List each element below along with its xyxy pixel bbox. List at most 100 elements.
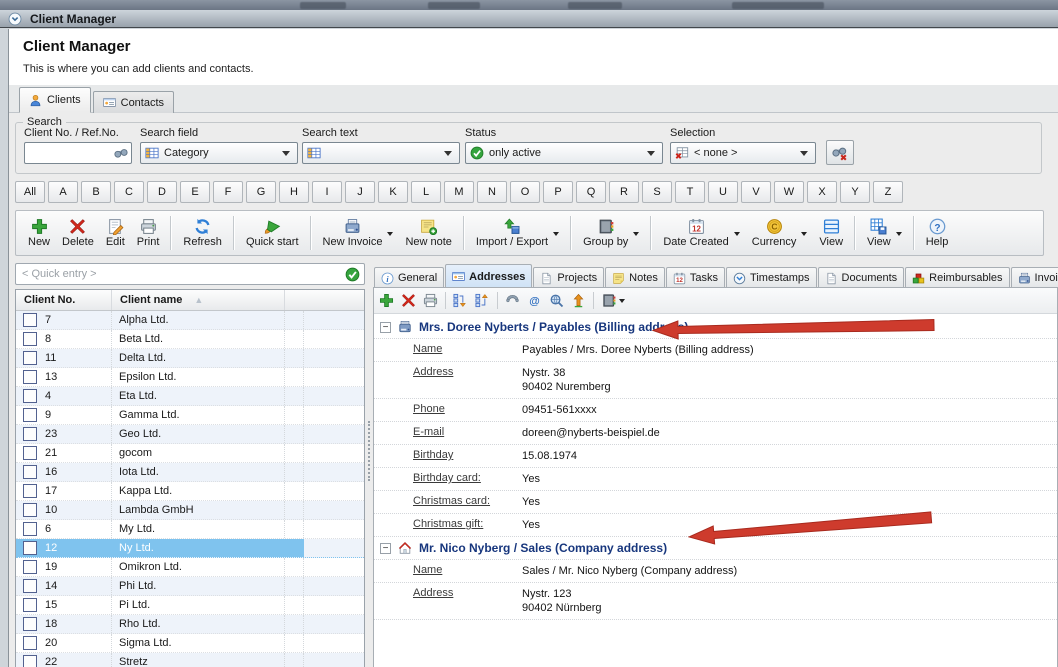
delete-address-button[interactable]: [401, 293, 416, 308]
client-row[interactable]: 4Eta Ltd.: [16, 387, 364, 406]
row-checkbox[interactable]: [23, 579, 37, 593]
dropdown-caret-icon[interactable]: [896, 232, 902, 239]
field-label[interactable]: Address: [413, 366, 522, 394]
alphabet-filter-v[interactable]: V: [741, 181, 771, 203]
row-checkbox[interactable]: [23, 560, 37, 574]
alphabet-filter-d[interactable]: D: [147, 181, 177, 203]
dropdown-caret-icon[interactable]: [553, 232, 559, 239]
client-row[interactable]: 15Pi Ltd.: [16, 596, 364, 615]
detail-tab-invoices[interactable]: Invoices: [1011, 267, 1058, 287]
address-group-header[interactable]: −Mr. Nico Nyberg / Sales (Company addres…: [374, 537, 1057, 560]
edit-button[interactable]: Edit: [100, 216, 131, 250]
help-button[interactable]: ?Help: [920, 216, 955, 250]
client-row[interactable]: 13Epsilon Ltd.: [16, 368, 364, 387]
view-button[interactable]: View: [861, 216, 908, 250]
row-checkbox[interactable]: [23, 465, 37, 479]
row-checkbox[interactable]: [23, 522, 37, 536]
dropdown-caret-icon[interactable]: [387, 232, 393, 239]
quick-start-button[interactable]: Quick start: [240, 216, 305, 250]
alphabet-filter-u[interactable]: U: [708, 181, 738, 203]
alphabet-filter-z[interactable]: Z: [873, 181, 903, 203]
alphabet-filter-x[interactable]: X: [807, 181, 837, 203]
client-row[interactable]: 23Geo Ltd.: [16, 425, 364, 444]
client-row[interactable]: 22Stretz: [16, 653, 364, 667]
alphabet-filter-g[interactable]: G: [246, 181, 276, 203]
alphabet-filter-a[interactable]: A: [48, 181, 78, 203]
column-header-client-no[interactable]: Client No.: [16, 290, 112, 310]
alphabet-filter-c[interactable]: C: [114, 181, 144, 203]
row-checkbox[interactable]: [23, 617, 37, 631]
row-checkbox[interactable]: [23, 351, 37, 365]
delete-button[interactable]: Delete: [56, 216, 100, 250]
client-row[interactable]: 17Kappa Ltd.: [16, 482, 364, 501]
expand-all-button[interactable]: [453, 293, 468, 308]
client-row[interactable]: 10Lambda GmbH: [16, 501, 364, 520]
client-row[interactable]: 16Iota Ltd.: [16, 463, 364, 482]
dropdown-caret-icon[interactable]: [619, 299, 625, 306]
alphabet-filter-w[interactable]: W: [774, 181, 804, 203]
client-row[interactable]: 12Ny Ltd.: [16, 539, 364, 558]
alphabet-filter-r[interactable]: R: [609, 181, 639, 203]
panel-titlebar[interactable]: Client Manager: [0, 10, 1058, 28]
client-row[interactable]: 21gocom: [16, 444, 364, 463]
search-text-select[interactable]: [302, 142, 460, 164]
quick-entry-confirm-icon[interactable]: [345, 267, 360, 282]
client-row[interactable]: 6My Ltd.: [16, 520, 364, 539]
client-row[interactable]: 11Delta Ltd.: [16, 349, 364, 368]
date-created-button[interactable]: 12Date Created: [657, 216, 745, 250]
quick-entry-input[interactable]: [20, 267, 345, 281]
quick-entry-bar[interactable]: [15, 263, 365, 285]
client-row[interactable]: 9Gamma Ltd.: [16, 406, 364, 425]
row-checkbox[interactable]: [23, 598, 37, 612]
detail-tab-general[interactable]: iGeneral: [374, 267, 444, 287]
field-label[interactable]: Name: [413, 564, 522, 578]
new-button[interactable]: New: [22, 216, 56, 250]
selection-select[interactable]: < none >: [670, 142, 816, 164]
row-checkbox[interactable]: [23, 503, 37, 517]
detail-tab-documents[interactable]: Documents: [818, 267, 905, 287]
alphabet-filter-h[interactable]: H: [279, 181, 309, 203]
row-checkbox[interactable]: [23, 484, 37, 498]
client-row[interactable]: 19Omikron Ltd.: [16, 558, 364, 577]
go-up-button[interactable]: [571, 293, 586, 308]
dropdown-caret-icon[interactable]: [734, 232, 740, 239]
detail-tab-timestamps[interactable]: Timestamps: [726, 267, 817, 287]
row-checkbox[interactable]: [23, 370, 37, 384]
refresh-button[interactable]: Refresh: [177, 216, 228, 250]
row-checkbox[interactable]: [23, 427, 37, 441]
row-checkbox[interactable]: [23, 408, 37, 422]
field-label[interactable]: Birthday card:: [413, 472, 522, 486]
view-button[interactable]: View: [813, 216, 849, 250]
client-row[interactable]: 20Sigma Ltd.: [16, 634, 364, 653]
collapse-chevron-icon[interactable]: [8, 12, 22, 26]
currency-button[interactable]: CCurrency: [746, 216, 814, 250]
alphabet-filter-all[interactable]: All: [15, 181, 45, 203]
client-no-input[interactable]: [24, 142, 132, 164]
clear-search-button[interactable]: [826, 140, 854, 165]
row-checkbox[interactable]: [23, 446, 37, 460]
field-label[interactable]: Birthday: [413, 449, 522, 463]
row-checkbox[interactable]: [23, 655, 37, 667]
row-checkbox[interactable]: [23, 636, 37, 650]
dropdown-caret-icon[interactable]: [633, 232, 639, 239]
alphabet-filter-s[interactable]: S: [642, 181, 672, 203]
alphabet-filter-y[interactable]: Y: [840, 181, 870, 203]
alphabet-filter-i[interactable]: I: [312, 181, 342, 203]
alphabet-filter-o[interactable]: O: [510, 181, 540, 203]
field-label[interactable]: Address: [413, 587, 522, 615]
alphabet-filter-l[interactable]: L: [411, 181, 441, 203]
alphabet-filter-k[interactable]: K: [378, 181, 408, 203]
row-checkbox[interactable]: [23, 313, 37, 327]
alphabet-filter-n[interactable]: N: [477, 181, 507, 203]
dropdown-caret-icon[interactable]: [801, 232, 807, 239]
alphabet-filter-j[interactable]: J: [345, 181, 375, 203]
email-button[interactable]: @: [527, 293, 542, 308]
client-row[interactable]: 7Alpha Ltd.: [16, 311, 364, 330]
field-label[interactable]: Christmas gift:: [413, 518, 522, 532]
group-by-button[interactable]: Group by: [577, 216, 645, 250]
alphabet-filter-e[interactable]: E: [180, 181, 210, 203]
collapse-all-button[interactable]: [475, 293, 490, 308]
print-button[interactable]: Print: [131, 216, 166, 250]
field-label[interactable]: Christmas card:: [413, 495, 522, 509]
call-button[interactable]: [505, 293, 520, 308]
